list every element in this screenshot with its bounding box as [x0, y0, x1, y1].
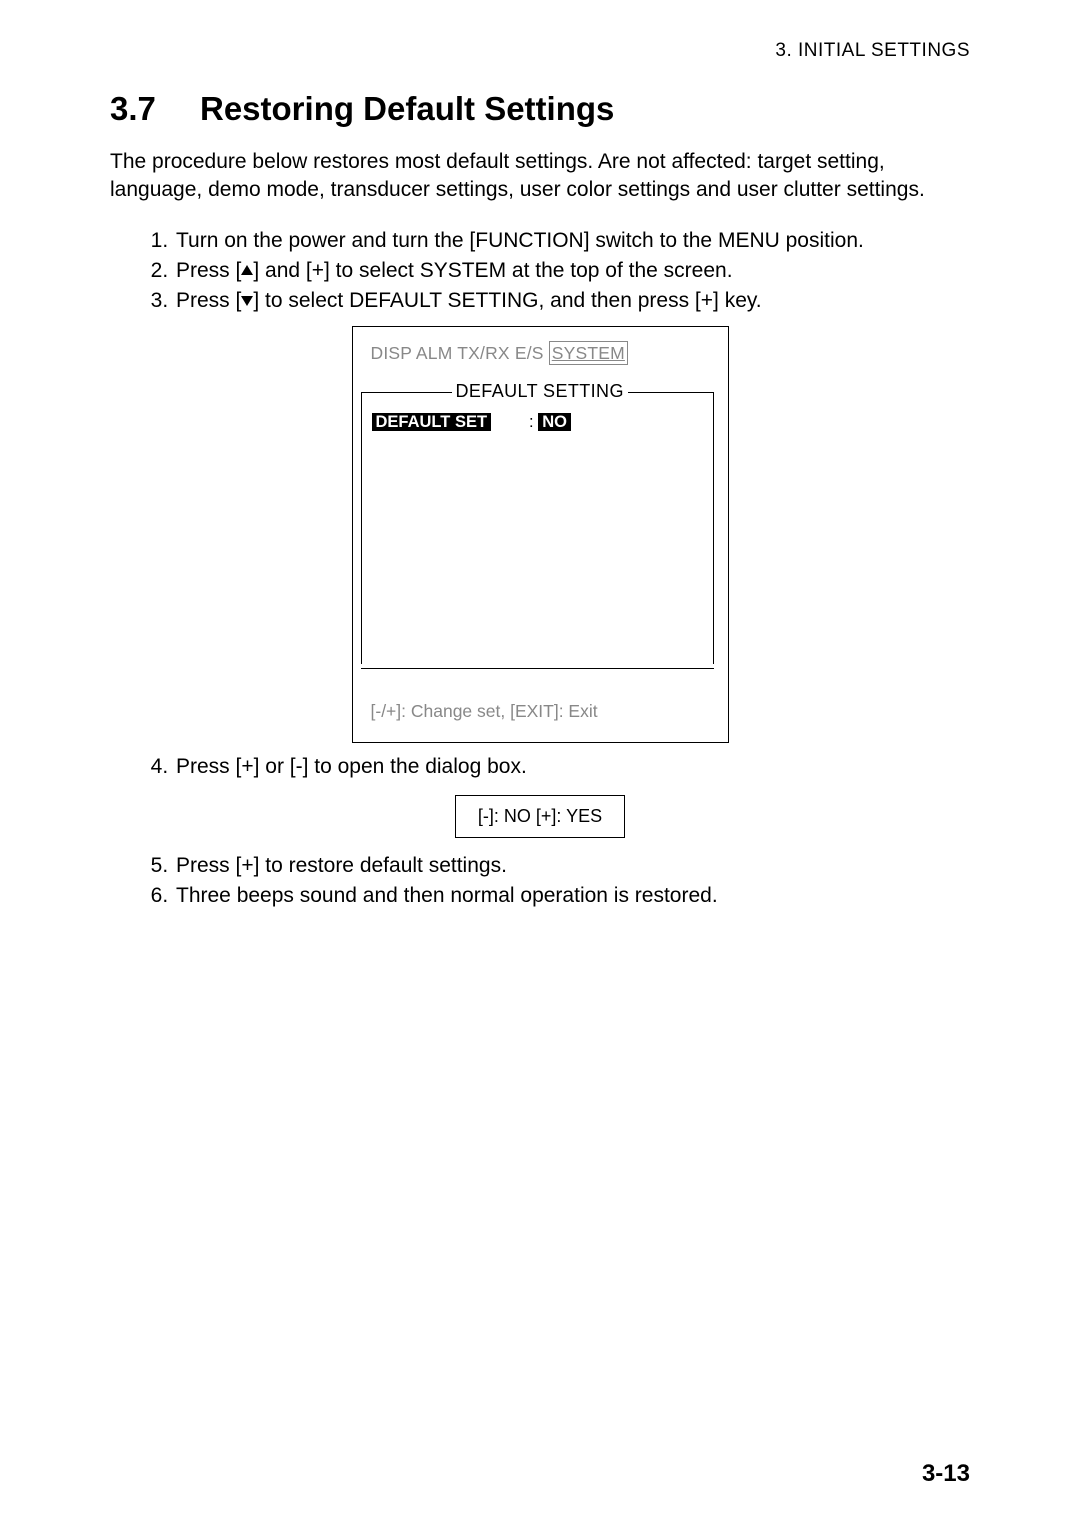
heading-number: 3.7 [110, 90, 200, 128]
intro-paragraph: The procedure below restores most defaul… [110, 148, 970, 205]
step-2: Press [ ] and [+] to select SYSTEM at the… [174, 257, 970, 285]
tabs-unselected: DISP ALM TX/RX E/S [371, 343, 544, 363]
triangle-down-icon [241, 296, 253, 306]
fieldset-default-setting: DEFAULT SETTING DEFAULT SET: NO [361, 392, 714, 664]
step2-mid: ] and [+] to select SYSTEM at the top of… [253, 259, 732, 282]
menu-screen-figure: DISP ALM TX/RX E/S SYSTEM DEFAULT SETTIN… [352, 326, 729, 743]
setting-value-highlighted: NO [538, 413, 571, 431]
steps-list-2: Press [+] or [-] to open the dialog box. [110, 753, 970, 781]
step-4: Press [+] or [-] to open the dialog box. [174, 753, 970, 781]
setting-label-highlighted: DEFAULT SET [372, 413, 492, 431]
step-1: Turn on the power and turn the [FUNCTION… [174, 227, 970, 255]
step2-pre: Press [ [176, 259, 241, 282]
step3-mid: ] to select DEFAULT SETTING, and then pr… [253, 289, 761, 312]
steps-list-1: Turn on the power and turn the [FUNCTION… [110, 227, 970, 316]
step3-pre: Press [ [176, 289, 241, 312]
triangle-up-icon [241, 265, 253, 275]
heading-title: Restoring Default Settings [200, 90, 614, 127]
step-3: Press [ ] to select DEFAULT SETTING, and … [174, 287, 970, 315]
step-6: Three beeps sound and then normal operat… [174, 882, 970, 910]
dialog-box-figure: [-]: NO [+]: YES [455, 795, 625, 838]
screen-footer: [-/+]: Change set, [EXIT]: Exit [361, 668, 714, 742]
step-5: Press [+] to restore default settings. [174, 852, 970, 880]
setting-row: DEFAULT SET: NO [362, 411, 713, 434]
page-number: 3-13 [922, 1460, 970, 1488]
tab-system-selected: SYSTEM [549, 341, 628, 365]
fieldset-title: DEFAULT SETTING [452, 381, 628, 402]
section-heading: 3.7Restoring Default Settings [110, 90, 970, 128]
menu-tabs: DISP ALM TX/RX E/S SYSTEM [353, 327, 728, 364]
steps-list-3: Press [+] to restore default settings. T… [110, 852, 970, 911]
chapter-header: 3. INITIAL SETTINGS [110, 40, 970, 62]
